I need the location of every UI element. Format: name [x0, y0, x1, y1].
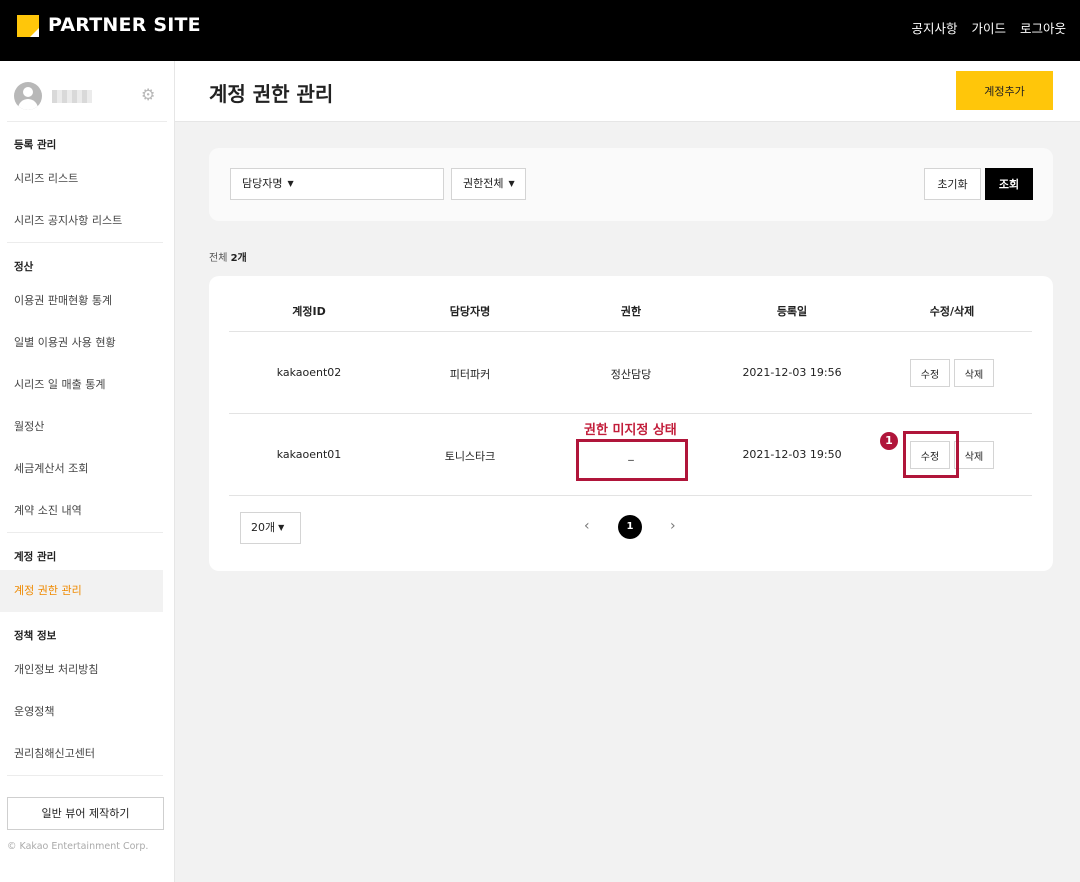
sidebar-item-operation-policy[interactable]: 운영정책: [0, 691, 163, 733]
blurred-username: [52, 90, 92, 103]
cell-account-id: kakaoent01: [276, 448, 342, 461]
sidebar-item-account-permissions[interactable]: 계정 권한 관리: [0, 570, 163, 612]
annotation-role-unset-label: 권한 미지정 상태: [584, 423, 677, 438]
avatar-icon: [14, 82, 42, 110]
page-header: 계정 권한 관리 계정추가: [175, 61, 1080, 122]
sidebar-item-daily-ticket-usage[interactable]: 일별 이용권 사용 현황: [0, 322, 163, 364]
caret-down-icon: ▼: [508, 179, 515, 188]
page-number-current[interactable]: 1: [618, 515, 642, 539]
caret-down-icon: ▼: [278, 523, 285, 532]
delete-button[interactable]: 삭제: [954, 359, 994, 387]
cell-manager: 토니스타크: [444, 450, 496, 463]
sidebar-item-tax-invoice[interactable]: 세금계산서 조회: [0, 448, 163, 490]
annotation-step-badge: 1: [880, 432, 898, 450]
page-title: 계정 권한 관리: [209, 82, 334, 106]
table-row: kakaoent02 피터파커 정산담당 2021-12-03 19:56 수정…: [229, 332, 1032, 414]
caret-down-icon: ▼: [287, 179, 294, 188]
sidebar-item-privacy-policy[interactable]: 개인정보 처리방침: [0, 649, 163, 691]
next-page-icon[interactable]: ›: [670, 518, 676, 534]
copyright-text: © Kakao Entertainment Corp.: [7, 841, 149, 852]
sidebar-item-rights-report[interactable]: 권리침해신고센터: [0, 733, 163, 775]
column-header-date: 등록일: [776, 305, 808, 318]
column-header-id: 계정ID: [292, 305, 326, 318]
sidebar-item-monthly-settlement[interactable]: 월정산: [0, 406, 163, 448]
role-select[interactable]: 권한전체 ▼: [451, 168, 526, 200]
per-page-select[interactable]: 20개 ▼: [240, 512, 301, 544]
top-nav: 공지사항 가이드 로그아웃: [911, 18, 1066, 37]
total-count: 전체 2개: [209, 249, 247, 264]
cell-date: 2021-12-03 19:50: [742, 448, 842, 461]
cell-date: 2021-12-03 19:56: [742, 366, 842, 379]
sidebar-item-series-daily-sales[interactable]: 시리즈 일 매출 통계: [0, 364, 163, 406]
section-title-settlement: 정산: [14, 261, 34, 273]
column-header-role: 권한: [620, 305, 642, 318]
delete-button[interactable]: 삭제: [954, 441, 994, 469]
column-header-manager: 담당자명: [449, 305, 491, 318]
logo-icon: [17, 15, 39, 37]
sidebar-item-contract-consumption[interactable]: 계약 소진 내역: [0, 490, 163, 532]
search-button[interactable]: 조회: [985, 168, 1033, 200]
top-header: PARTNER SITE 공지사항 가이드 로그아웃: [0, 0, 1080, 61]
filter-panel: 담당자명 ▼ 권한전체 ▼ 초기화 조회: [209, 148, 1053, 221]
section-title-account: 계정 관리: [14, 551, 57, 563]
edit-button[interactable]: 수정: [910, 359, 950, 387]
nav-notice-link[interactable]: 공지사항: [911, 18, 957, 37]
section-title-policy: 정책 정보: [14, 630, 57, 642]
sidebar-item-ticket-sales-stats[interactable]: 이용권 판매현황 통계: [0, 280, 163, 322]
sidebar: ⚙ 등록 관리 시리즈 리스트 시리즈 공지사항 리스트 정산 이용권 판매현황…: [0, 61, 175, 882]
role-select-value: 권한전체: [463, 177, 504, 190]
gear-icon[interactable]: ⚙: [141, 87, 157, 103]
nav-guide-link[interactable]: 가이드: [971, 18, 1006, 37]
cell-account-id: kakaoent02: [276, 366, 342, 379]
per-page-value: 20개: [251, 521, 276, 534]
sidebar-item-series-notice-list[interactable]: 시리즈 공지사항 리스트: [0, 200, 163, 242]
divider: [7, 775, 163, 776]
annotation-role-highlight: [576, 439, 688, 481]
manager-select[interactable]: 담당자명 ▼: [230, 168, 444, 200]
profile-area: ⚙: [7, 61, 167, 122]
prev-page-icon[interactable]: ‹: [584, 518, 590, 534]
make-viewer-button[interactable]: 일반 뷰어 제작하기: [7, 797, 164, 830]
reset-button[interactable]: 초기화: [924, 168, 981, 200]
annotation-edit-highlight: [903, 431, 959, 478]
add-account-button[interactable]: 계정추가: [956, 71, 1053, 110]
total-count-value: 2개: [230, 253, 247, 264]
brand-title[interactable]: PARTNER SITE: [48, 14, 201, 36]
section-title-registration: 등록 관리: [14, 139, 57, 151]
column-header-actions: 수정/삭제: [929, 305, 975, 318]
cell-role: 정산담당: [610, 368, 652, 381]
manager-select-value: 담당자명: [242, 177, 283, 190]
table-header: 계정ID 담당자명 권한 등록일 수정/삭제: [229, 293, 1032, 332]
cell-manager: 피터파커: [449, 368, 491, 381]
nav-logout-link[interactable]: 로그아웃: [1020, 18, 1066, 37]
total-label: 전체: [209, 253, 228, 264]
sidebar-item-series-list[interactable]: 시리즈 리스트: [0, 158, 163, 200]
